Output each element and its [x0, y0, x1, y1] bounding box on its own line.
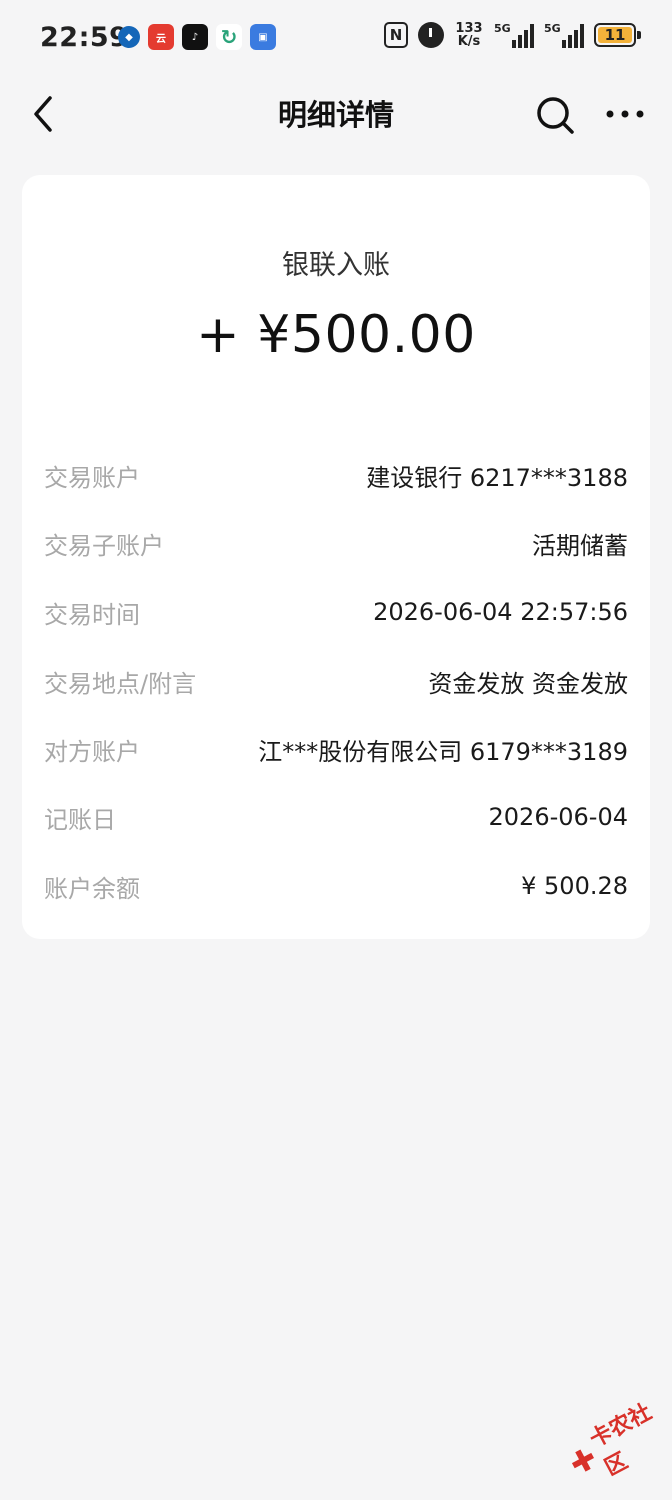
status-bar: 22:59 ◆ 云 ♪ ↻ ▣ N 133 K/s 5G 5G 11: [0, 0, 672, 78]
detail-row-counterparty: 对方账户 江***股份有限公司 6179***3189: [44, 729, 628, 769]
detail-value: 资金发放 资金发放: [428, 669, 628, 698]
detail-row-account: 交易账户 建设银行 6217***3188: [44, 455, 628, 495]
search-button[interactable]: [534, 94, 576, 136]
sim1-network-type: 5G: [494, 22, 511, 35]
nfc-icon: N: [384, 22, 408, 48]
news-app-icon: 云: [148, 24, 174, 50]
detail-value: 活期储蓄: [532, 531, 628, 560]
detail-row-posting-date: 记账日 2026-06-04: [44, 797, 628, 837]
status-time: 22:59: [40, 22, 129, 53]
signal-sim1-icon: 5G: [494, 22, 534, 48]
detail-label: 交易子账户: [44, 531, 164, 560]
detail-row-time: 交易时间 2026-06-04 22:57:56: [44, 592, 628, 632]
detail-value: 江***股份有限公司 6179***3189: [258, 737, 628, 766]
transaction-amount: + ¥500.00: [196, 305, 476, 365]
network-speed-unit: K/s: [457, 34, 481, 49]
battery-level: 11: [598, 26, 632, 44]
detail-row-location-note: 交易地点/附言 资金发放 资金发放: [44, 661, 628, 701]
detail-value: 2026-06-04 22:57:56: [373, 598, 628, 626]
sync-app-icon: ↻: [216, 24, 242, 50]
more-options-button[interactable]: [602, 94, 648, 136]
detail-value: ¥ 500.28: [521, 872, 628, 900]
tiktok-app-icon: ♪: [182, 24, 208, 50]
battery-icon: 11: [594, 23, 641, 47]
detail-value: 2026-06-04: [488, 803, 628, 831]
detail-label: 交易时间: [44, 600, 140, 629]
search-icon: [537, 97, 574, 134]
sim2-network-type: 5G: [544, 22, 561, 35]
watermark: ✚ 卡农社区: [554, 1381, 672, 1500]
alarm-icon: [418, 22, 444, 48]
detail-label: 对方账户: [44, 737, 140, 766]
more-dots-icon: [606, 110, 644, 118]
transaction-detail-card: 银联入账 + ¥500.00 交易账户 建设银行 6217***3188 交易子…: [22, 175, 650, 939]
top-navigation-bar: 明细详情: [0, 78, 672, 150]
detail-row-sub-account: 交易子账户 活期储蓄: [44, 523, 628, 563]
detail-row-balance: 账户余额 ¥ 500.28: [44, 866, 628, 906]
signal-sim2-icon: 5G: [544, 22, 584, 48]
notification-app-icons: ◆ 云 ♪ ↻ ▣: [118, 24, 276, 50]
cmb-app-icon: ◆: [118, 26, 140, 48]
network-speed: 133 K/s: [454, 22, 484, 48]
detail-label: 记账日: [44, 805, 116, 834]
detail-label: 交易地点/附言: [44, 669, 197, 698]
detail-label: 交易账户: [44, 463, 140, 492]
status-right-group: N 133 K/s 5G 5G 11: [384, 22, 641, 48]
detail-label: 账户余额: [44, 874, 140, 903]
detail-value: 建设银行 6217***3188: [366, 463, 628, 492]
transaction-type: 银联入账: [282, 250, 390, 281]
shield-app-icon: ▣: [250, 24, 276, 50]
